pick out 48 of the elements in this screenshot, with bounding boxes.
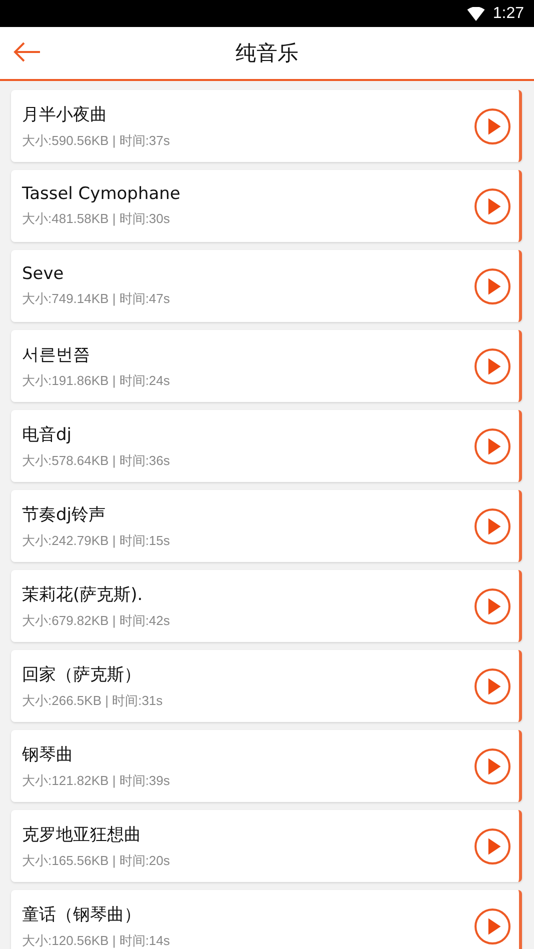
play-icon[interactable]: [474, 748, 511, 784]
track-card[interactable]: 电音dj 大小:578.64KB | 时间:36s: [11, 410, 522, 482]
track-card[interactable]: Tassel Cymophane 大小:481.58KB | 时间:30s: [11, 170, 522, 242]
play-icon[interactable]: [474, 908, 511, 944]
track-title: 电音dj: [22, 424, 72, 446]
track-card[interactable]: 서른번쯤 大小:191.86KB | 时间:24s: [11, 330, 522, 402]
track-title: 节奏dj铃声: [22, 504, 106, 526]
track-title: 月半小夜曲: [22, 104, 107, 126]
track-title: Seve: [22, 264, 64, 284]
track-meta: 大小:481.58KB | 时间:30s: [22, 210, 170, 228]
track-card[interactable]: 克罗地亚狂想曲 大小:165.56KB | 时间:20s: [11, 810, 522, 882]
page-title: 纯音乐: [236, 40, 298, 67]
play-icon[interactable]: [474, 188, 511, 224]
track-meta: 大小:590.56KB | 时间:37s: [22, 132, 170, 150]
track-meta: 大小:578.64KB | 时间:36s: [22, 452, 170, 470]
play-icon[interactable]: [474, 348, 511, 384]
track-card[interactable]: 月半小夜曲 大小:590.56KB | 时间:37s: [11, 90, 522, 162]
track-meta: 大小:242.79KB | 时间:15s: [22, 532, 170, 550]
track-card[interactable]: Seve 大小:749.14KB | 时间:47s: [11, 250, 522, 322]
track-title: 回家（萨克斯）: [22, 664, 141, 686]
track-title: Tassel Cymophane: [22, 184, 180, 204]
track-card[interactable]: 钢琴曲 大小:121.82KB | 时间:39s: [11, 730, 522, 802]
status-time: 1:27: [492, 4, 524, 22]
track-card[interactable]: 茉莉花(萨克斯). 大小:679.82KB | 时间:42s: [11, 570, 522, 642]
track-meta: 大小:120.56KB | 时间:14s: [22, 932, 170, 949]
track-meta: 大小:266.5KB | 时间:31s: [22, 692, 163, 710]
play-icon[interactable]: [474, 428, 511, 464]
track-title: 钢琴曲: [22, 744, 73, 766]
track-meta: 大小:165.56KB | 时间:20s: [22, 852, 170, 870]
track-card[interactable]: 节奏dj铃声 大小:242.79KB | 时间:15s: [11, 490, 522, 562]
track-card[interactable]: 回家（萨克斯） 大小:266.5KB | 时间:31s: [11, 650, 522, 722]
track-card[interactable]: 童话（钢琴曲） 大小:120.56KB | 时间:14s: [11, 890, 522, 949]
play-icon[interactable]: [474, 508, 511, 544]
track-meta: 大小:191.86KB | 时间:24s: [22, 372, 170, 390]
play-icon[interactable]: [474, 588, 511, 624]
play-icon[interactable]: [474, 828, 511, 864]
play-icon[interactable]: [474, 668, 511, 704]
back-button[interactable]: [12, 41, 42, 63]
track-meta: 大小:121.82KB | 时间:39s: [22, 772, 170, 790]
track-title: 克罗地亚狂想曲: [22, 824, 141, 846]
track-title: 茉莉花(萨克斯).: [22, 584, 143, 606]
play-icon[interactable]: [474, 268, 511, 304]
track-meta: 大小:679.82KB | 时间:42s: [22, 612, 170, 630]
wifi-icon: [466, 6, 485, 20]
play-icon[interactable]: [474, 108, 511, 144]
track-title: 서른번쯤: [22, 344, 90, 366]
track-meta: 大小:749.14KB | 时间:47s: [22, 290, 170, 308]
track-title: 童话（钢琴曲）: [22, 904, 141, 926]
